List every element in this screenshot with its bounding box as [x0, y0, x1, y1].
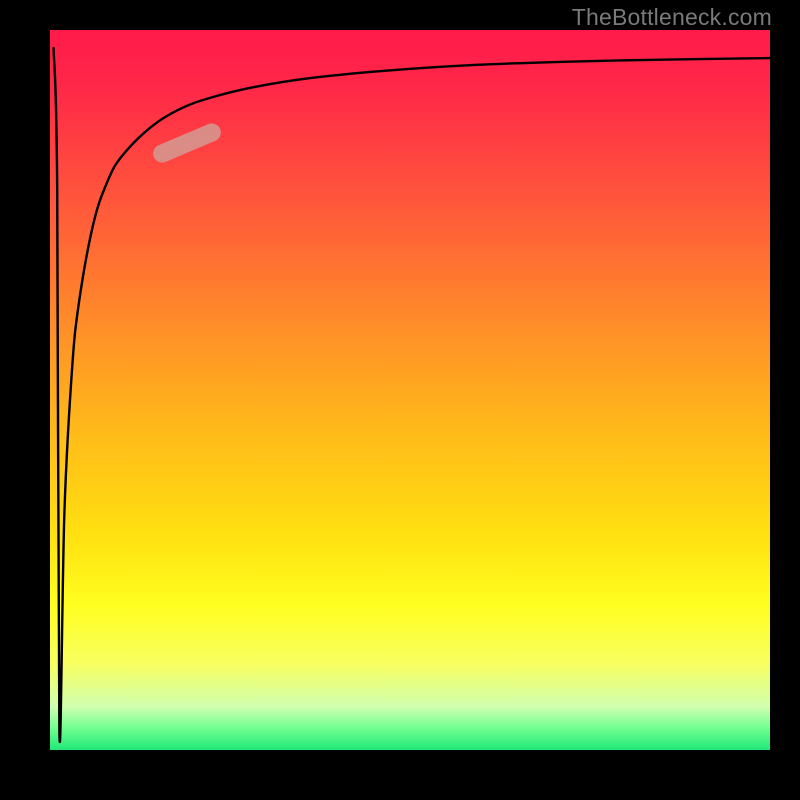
watermark-text: TheBottleneck.com — [572, 4, 772, 31]
plot-gradient-area — [50, 30, 770, 750]
